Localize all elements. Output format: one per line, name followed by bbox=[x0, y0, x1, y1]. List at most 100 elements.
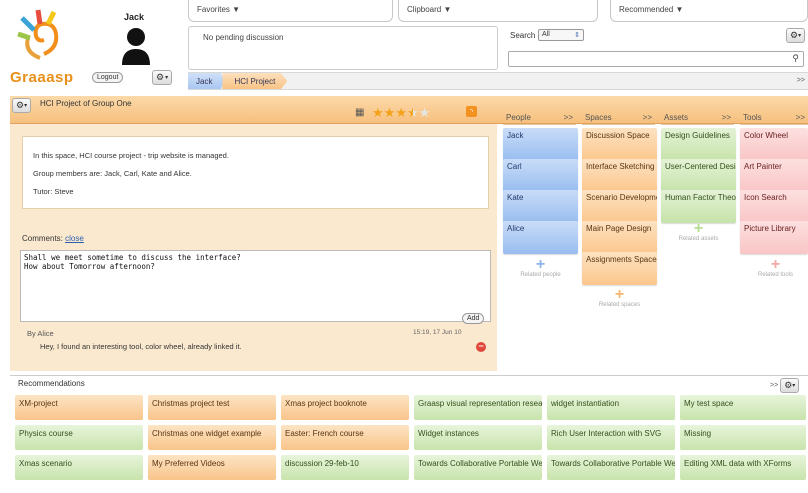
person-tile[interactable]: Jack bbox=[503, 128, 578, 161]
recommendation-tile[interactable]: Physics course bbox=[15, 425, 143, 450]
expand-assets-icon[interactable]: >> bbox=[722, 113, 731, 124]
tool-tile[interactable]: Color Wheel bbox=[740, 128, 808, 161]
recommendation-tile[interactable]: Towards Collaborative Portable Web Space… bbox=[547, 455, 675, 480]
clipboard-label: Clipboard ▼ bbox=[407, 5, 452, 14]
recommendation-tile[interactable]: Xmas project booknote bbox=[281, 395, 409, 420]
gear-icon: ⚙ bbox=[784, 380, 793, 390]
expand-people-icon[interactable]: >> bbox=[564, 113, 573, 124]
asset-tile[interactable]: Human Factor Theory bbox=[661, 190, 736, 223]
user-settings-button[interactable]: ⚙ ▾ bbox=[152, 70, 173, 85]
recommendation-tile[interactable]: XM-project bbox=[15, 395, 143, 420]
logo-text: Graaasp bbox=[10, 69, 74, 86]
breadcrumb-item-jack[interactable]: Jack bbox=[188, 73, 225, 89]
star-icon[interactable]: ★ bbox=[372, 106, 384, 119]
search-scope-select[interactable]: All ⇕ bbox=[538, 29, 584, 41]
expand-recommendations-icon[interactable]: >> bbox=[770, 382, 778, 389]
related-people-label: Related people bbox=[520, 272, 561, 278]
search-input[interactable]: ⚲ bbox=[508, 51, 804, 67]
star-icon[interactable]: ★ bbox=[384, 106, 396, 119]
spaces-column-label: Spaces bbox=[585, 113, 612, 122]
expand-tools-icon[interactable]: >> bbox=[796, 113, 805, 124]
breadcrumb-item-hci-project[interactable]: HCI Project bbox=[222, 73, 288, 89]
assets-column-header: Assets >> bbox=[661, 113, 734, 125]
avatar[interactable] bbox=[120, 25, 152, 65]
star-empty-icon[interactable]: ★ bbox=[419, 106, 431, 119]
recommendation-tile[interactable]: Missing bbox=[680, 425, 806, 450]
space-tile[interactable]: Interface Sketching bbox=[582, 159, 657, 192]
recommendations-settings-button[interactable]: ⚙ ▾ bbox=[780, 378, 800, 393]
breadcrumb-label: HCI Project bbox=[234, 76, 276, 86]
comment-textarea[interactable]: Shall we meet sometime to discuss the in… bbox=[20, 250, 491, 322]
close-comments-link[interactable]: close bbox=[65, 234, 84, 243]
tool-tile[interactable]: Art Painter bbox=[740, 159, 808, 192]
comment-author: By Alice bbox=[27, 329, 54, 338]
tools-column-label: Tools bbox=[743, 113, 762, 122]
user-name: Jack bbox=[124, 12, 145, 22]
recommendation-tile[interactable]: Towards Collaborative Portable Web Space… bbox=[414, 455, 542, 480]
related-tools-button[interactable]: + Related tools bbox=[738, 256, 808, 279]
space-tile[interactable]: Discussion Space bbox=[582, 128, 657, 161]
expand-icon[interactable]: >> bbox=[797, 73, 808, 89]
recommendation-tile[interactable]: My test space bbox=[680, 395, 806, 420]
recommendation-tile[interactable]: widget instantiation bbox=[547, 395, 675, 420]
recommended-menu[interactable]: Recommended ▼ bbox=[610, 0, 808, 22]
recommendation-tile[interactable]: Rich User Interaction with SVG bbox=[547, 425, 675, 450]
breadcrumb-label: Jack bbox=[196, 76, 213, 86]
chevron-down-icon: ▾ bbox=[792, 383, 796, 389]
search-scope-value: All bbox=[542, 31, 550, 38]
recommendation-tile[interactable]: Editing XML data with XForms bbox=[680, 455, 806, 480]
space-tile[interactable]: Scenario Development bbox=[582, 190, 657, 223]
favorites-menu[interactable]: Favorites ▼ bbox=[188, 0, 393, 22]
asset-tile[interactable]: User-Centered Design bbox=[661, 159, 736, 192]
logout-button[interactable]: Logout bbox=[92, 72, 124, 83]
search-icon[interactable]: ⚲ bbox=[792, 53, 799, 64]
remove-comment-icon[interactable]: − bbox=[476, 342, 486, 352]
recommendation-tile[interactable]: Christmas project test bbox=[148, 395, 276, 420]
recommendation-tile[interactable]: Christmas one widget example bbox=[148, 425, 276, 450]
recommendation-tile[interactable]: Xmas scenario bbox=[15, 455, 143, 480]
space-tile[interactable]: Main Page Design bbox=[582, 221, 657, 254]
recommendation-tile[interactable]: Graasp visual representation research bbox=[414, 395, 542, 420]
half-star-icon[interactable]: ★ bbox=[407, 106, 419, 119]
related-people-button[interactable]: + Related people bbox=[503, 257, 578, 279]
person-tile[interactable]: Alice bbox=[503, 221, 578, 254]
discussion-box[interactable]: No pending discussion bbox=[188, 26, 498, 70]
comments-header: Comments: close bbox=[22, 234, 84, 243]
rating-stars[interactable]: ★ ★ ★ ★ ★ bbox=[372, 106, 430, 119]
breadcrumb: Jack HCI Project >> bbox=[188, 72, 808, 90]
rss-icon[interactable]: ◝ bbox=[466, 106, 477, 117]
recommendation-tile[interactable]: discussion 29-feb-10 bbox=[281, 455, 409, 480]
clipboard-menu[interactable]: Clipboard ▼ bbox=[398, 0, 598, 22]
search-label: Search bbox=[510, 31, 536, 40]
related-spaces-button[interactable]: + Related spaces bbox=[582, 286, 657, 309]
assets-column-label: Assets bbox=[664, 113, 689, 122]
description-line: Tutor: Steve bbox=[33, 187, 74, 196]
add-comment-button[interactable]: Add bbox=[462, 313, 485, 324]
select-arrows-icon: ⇕ bbox=[574, 32, 580, 39]
recommendation-tile[interactable]: Easter: French course bbox=[281, 425, 409, 450]
expand-spaces-icon[interactable]: >> bbox=[643, 113, 652, 124]
recommended-label: Recommended ▼ bbox=[619, 5, 684, 14]
tool-tile[interactable]: Icon Search bbox=[740, 190, 808, 223]
star-icon[interactable]: ★ bbox=[395, 106, 407, 119]
gear-icon: ⚙ bbox=[790, 30, 799, 40]
asset-tile[interactable]: Design Guidelines bbox=[661, 128, 736, 161]
graaasp-logo bbox=[10, 8, 72, 62]
plus-icon: + bbox=[693, 220, 704, 237]
tool-tile[interactable]: Picture Library bbox=[740, 221, 808, 254]
related-assets-button[interactable]: + Related assets bbox=[661, 220, 736, 243]
search-settings-button[interactable]: ⚙ ▾ bbox=[786, 28, 806, 43]
plus-icon: + bbox=[770, 256, 781, 273]
person-tile[interactable]: Carl bbox=[503, 159, 578, 192]
recommendation-tile[interactable]: My Preferred Videos bbox=[148, 455, 276, 480]
person-tile[interactable]: Kate bbox=[503, 190, 578, 223]
space-description: In this space, HCI course project - trip… bbox=[22, 136, 489, 209]
related-tools-label: Related tools bbox=[757, 272, 794, 278]
space-tile[interactable]: Assignments Space bbox=[582, 252, 657, 285]
recommendations-controls: >> ⚙ ▾ bbox=[770, 378, 800, 393]
space-settings-button[interactable]: ⚙ ▾ bbox=[12, 98, 32, 113]
calendar-icon[interactable]: ▦ bbox=[355, 107, 364, 118]
plus-icon: + bbox=[614, 286, 625, 303]
recommendation-tile[interactable]: Widget instances bbox=[414, 425, 542, 450]
description-line: Group members are: Jack, Carl, Kate and … bbox=[33, 169, 192, 178]
